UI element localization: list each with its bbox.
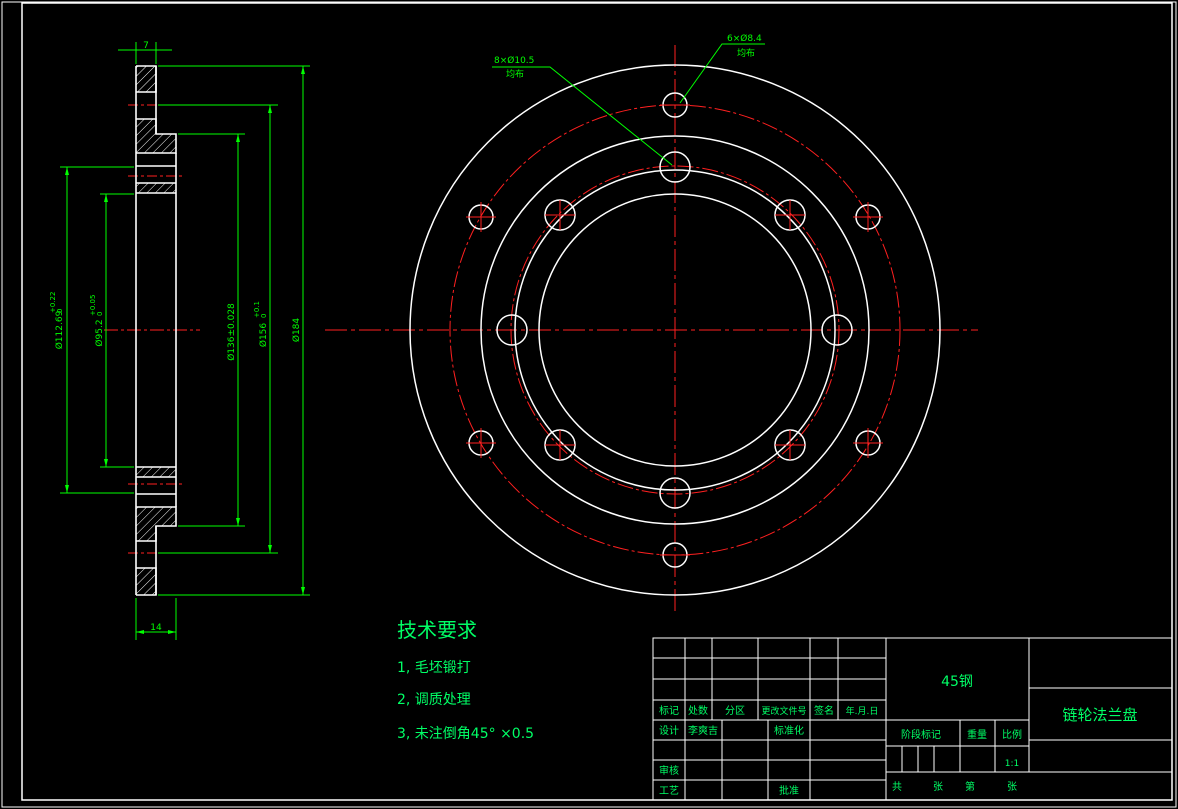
- section-hatch: [136, 507, 176, 526]
- section-hatch: [136, 119, 156, 134]
- dim-d2: Ø95.2: [94, 319, 105, 346]
- tb-nth: 第: [965, 780, 975, 793]
- tb-standard: 标准化: [774, 724, 804, 737]
- tech-item: 1, 毛坯锻打: [397, 659, 471, 676]
- dim-d4: Ø156: [258, 323, 269, 348]
- tech-item: 3, 未注倒角45° ×0.5: [397, 726, 534, 742]
- drawing-canvas: Ø112.69 +0.22 0 Ø95.2 +0.05 0 Ø136±0.028…: [1, 1, 1177, 808]
- dimension-arrows: [65, 66, 305, 634]
- tb-weight: 重量: [967, 728, 987, 741]
- tb-review: 审核: [659, 764, 679, 777]
- outer-border: [1, 1, 1177, 808]
- inner-border: [21, 2, 1173, 801]
- tech-item: 2, 调质处理: [397, 692, 471, 708]
- hole-notes: 8×Ø10.5 均布 6×Ø8.4 均布: [494, 33, 762, 80]
- tb-sheet-unit: 张: [933, 781, 943, 793]
- hole-note-1b: 均布: [506, 68, 524, 80]
- front-view: 8×Ø10.5 均布 6×Ø8.4 均布: [325, 33, 978, 615]
- tb-sign: 签名: [814, 704, 834, 717]
- hole-note-2b: 均布: [737, 47, 755, 59]
- dim-d3: Ø136±0.028: [226, 303, 237, 361]
- tb-stage: 阶段标记: [901, 728, 941, 741]
- tb-zone: 分区: [725, 705, 745, 717]
- tb-change-doc: 更改文件号: [761, 705, 806, 717]
- tb-material: 45钢: [941, 674, 973, 690]
- tb-sheet-unit-2: 张: [1007, 781, 1017, 793]
- dim-d1-tol0: 0: [56, 309, 64, 313]
- tech-requirements: 技术要求 1, 毛坯锻打 2, 调质处理 3, 未注倒角45° ×0.5: [397, 618, 534, 742]
- section-hatch: [136, 526, 156, 541]
- section-hatch: [136, 467, 176, 477]
- dim-d1: Ø112.69: [54, 310, 65, 349]
- tb-title: 链轮法兰盘: [1062, 706, 1137, 724]
- section-hatch: [136, 66, 156, 92]
- hole-note-1: 8×Ø10.5: [494, 55, 534, 66]
- tb-date: 年.月.日: [846, 705, 879, 717]
- side-view: Ø112.69 +0.22 0 Ø95.2 +0.05 0 Ø136±0.028…: [49, 41, 310, 640]
- tb-design: 设计: [659, 724, 679, 737]
- dim-d2-tol0: 0: [96, 312, 104, 316]
- tb-count: 处数: [688, 704, 708, 717]
- dim-d5: Ø184: [291, 318, 302, 343]
- tb-designer: 李爽吉: [688, 724, 718, 737]
- tb-mark: 标记: [659, 705, 679, 717]
- tb-scale-label: 比例: [1002, 728, 1022, 741]
- tb-scale: 1:1: [1005, 759, 1019, 769]
- section-hatch: [136, 568, 156, 595]
- section-hatch: [136, 183, 176, 193]
- tech-heading: 技术要求: [397, 618, 477, 642]
- title-block: 标记 处数 分区 更改文件号 签名 年.月.日 设计 李爽吉 标准化 审核 工艺…: [652, 637, 1173, 801]
- section-hatch: [136, 134, 176, 153]
- hole-note-2: 6×Ø8.4: [727, 33, 762, 44]
- tb-process: 工艺: [659, 785, 679, 797]
- dim-top: 7: [143, 41, 149, 51]
- dim-bottom: 14: [150, 623, 162, 633]
- tb-approve: 批准: [779, 784, 799, 797]
- dim-d4-tol0: 0: [260, 314, 268, 318]
- tb-total: 共: [892, 781, 902, 793]
